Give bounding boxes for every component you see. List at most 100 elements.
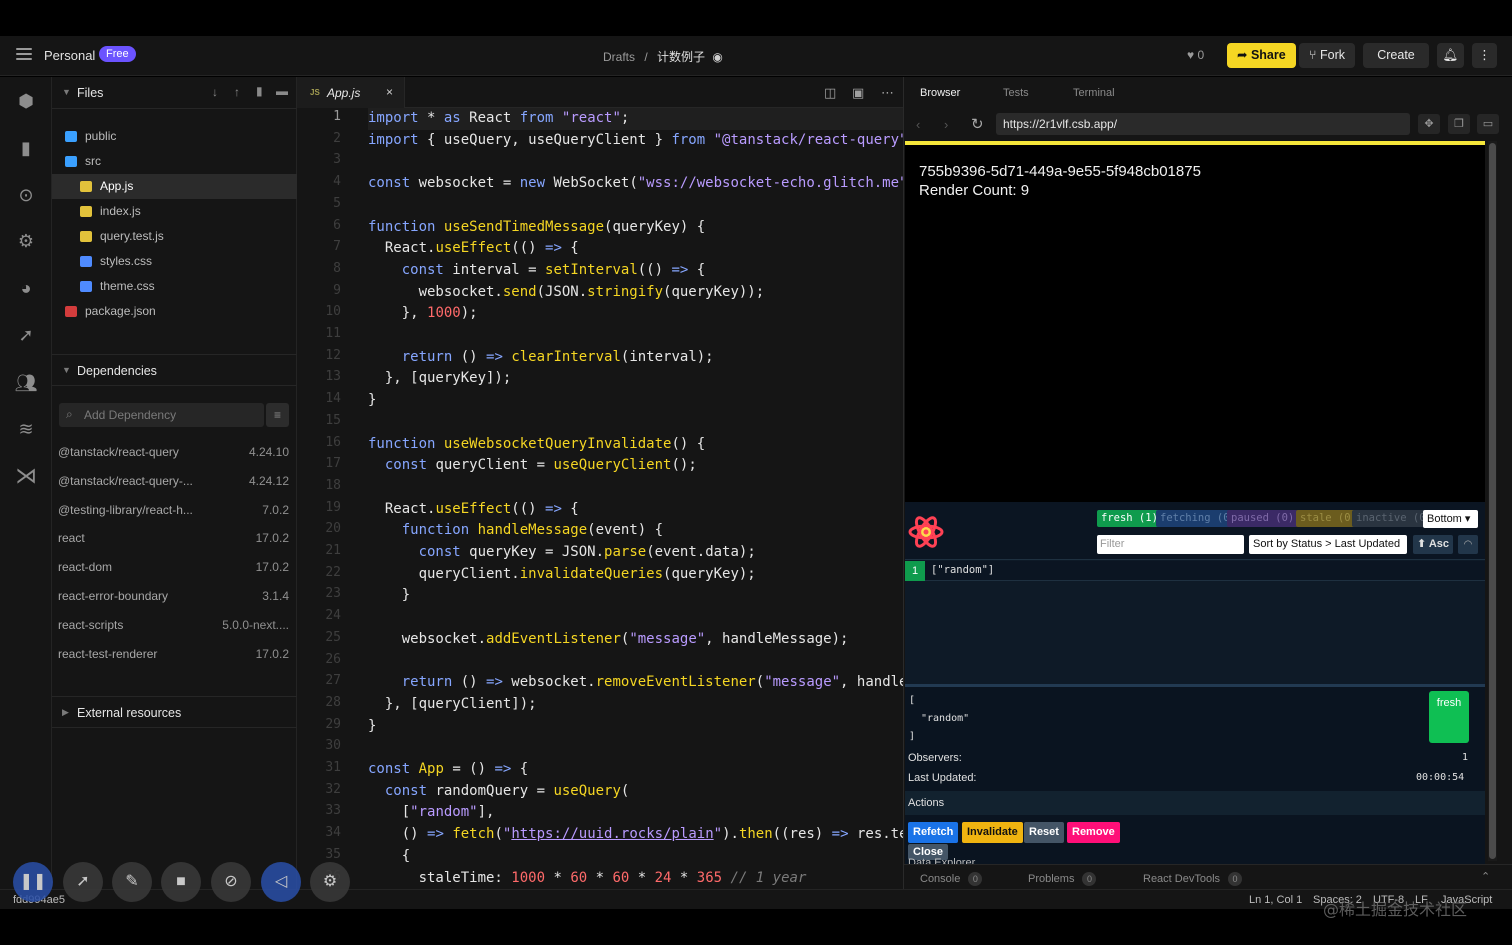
users-icon[interactable]: 👥︎ [14,371,38,395]
box-icon[interactable]: ⬢ [14,89,38,113]
code-line[interactable]: }, [queryClient]); [368,694,537,716]
devtools-icon[interactable]: ✥ [1418,114,1440,134]
code-line[interactable]: }, 1000); [368,303,478,325]
file-icon[interactable]: ▮ [14,136,38,160]
fresh-count-pill[interactable]: fresh (1) [1097,510,1162,527]
code-line[interactable]: const App = () => { [368,759,528,781]
gear-icon[interactable]: ⚙ [14,229,38,253]
tab-problems[interactable]: Problems 0 [1028,872,1097,886]
code-line[interactable]: React.useEffect(() => { [368,238,579,260]
code-line[interactable]: return () => clearInterval(interval); [368,347,714,369]
fork-button[interactable]: ⑂ Fork [1299,43,1355,68]
code-line[interactable]: React.useEffect(() => { [368,499,579,521]
pen-icon[interactable]: ✎ [112,862,152,902]
close-tab-icon[interactable]: × [386,85,393,99]
dependency-list-icon[interactable]: ≡ [266,403,289,427]
code-content[interactable]: import * as React from "react"; import { … [368,108,903,889]
tab-terminal[interactable]: Terminal [1073,87,1115,99]
dependencies-section-header[interactable]: ▼ Dependencies [52,354,297,386]
dependency-item[interactable]: react-dom 17.0.2 [52,552,297,581]
reset-button[interactable]: Reset [1024,822,1064,843]
new-window-icon[interactable]: ❐ [1448,114,1470,134]
code-line[interactable]: ["random"], [368,802,495,824]
new-file-icon[interactable]: ▮ [256,84,263,98]
cursor-position[interactable]: Ln 1, Col 1 [1249,894,1302,906]
preview-scrollbar[interactable] [1488,141,1497,861]
react-query-logo-icon[interactable] [908,514,944,550]
code-line[interactable]: } [368,585,410,607]
cursor-icon[interactable]: ➚ [63,862,103,902]
code-line[interactable]: const randomQuery = useQuery( [368,781,629,803]
preview-icon[interactable]: ▣ [852,85,864,101]
share-button[interactable]: ➦ Share [1227,43,1296,68]
docker-icon[interactable]: ≋ [14,417,38,441]
code-line[interactable]: function handleMessage(event) { [368,520,663,542]
more-vertical-icon[interactable]: ⋮ [1472,43,1497,68]
sort-select[interactable]: Sort by Status > Last Updated [1249,535,1407,554]
tab-app-js[interactable]: JS App.js × [297,77,405,108]
breadcrumb-drafts[interactable]: Drafts [603,50,635,64]
new-folder-icon[interactable]: ▬ [276,84,288,98]
sort-down-icon[interactable]: ↓ [212,85,218,99]
dependency-item[interactable]: @tanstack/react-query 4.24.10 [52,437,297,466]
bell-icon[interactable]: 🔔︎ [1437,43,1464,68]
file-item[interactable]: theme.css [52,274,297,299]
file-item[interactable]: styles.css [52,249,297,274]
mic-off-icon[interactable]: ⊘ [211,862,251,902]
rocket-icon[interactable]: ➚ [14,323,38,347]
tab-console[interactable]: Console 0 [920,872,983,886]
code-line[interactable]: websocket.send(JSON.stringify(queryKey))… [368,282,765,304]
more-horizontal-icon[interactable]: ⋯ [881,85,894,101]
file-item[interactable]: src [52,149,297,174]
code-line[interactable]: function useSendTimedMessage(queryKey) { [368,217,705,239]
forward-icon[interactable]: › [944,117,948,132]
fullscreen-icon[interactable]: ▭ [1477,114,1499,134]
search-icon[interactable]: ⊙ [14,183,38,207]
files-section-header[interactable]: ▼ Files ↓ ↑ ▮ ▬ [52,77,297,109]
dependency-item[interactable]: react 17.0.2 [52,523,297,552]
code-line[interactable]: queryClient.invalidateQueries(queryKey); [368,564,756,586]
file-item[interactable]: public [52,124,297,149]
code-line[interactable]: }, [queryKey]); [368,368,511,390]
code-line[interactable]: { [368,846,410,868]
dependency-item[interactable]: react-test-renderer 17.0.2 [52,639,297,668]
filter-input[interactable]: Filter [1097,535,1244,554]
dependency-item[interactable]: react-error-boundary 3.1.4 [52,581,297,610]
browser-preview[interactable]: 755b9396-5d71-449a-9e55-5f948cb01875 Ren… [905,141,1485,502]
code-line[interactable]: } [368,390,376,412]
wifi-icon[interactable]: ◠ [1458,535,1478,554]
dependency-item[interactable]: @tanstack/react-query-... 4.24.12 [52,466,297,495]
hamburger-menu-icon[interactable] [16,48,32,62]
file-item[interactable]: index.js [52,199,297,224]
refetch-button[interactable]: Refetch [908,822,959,843]
remove-button[interactable]: Remove [1067,822,1120,843]
settings-icon[interactable]: ⚙ [310,862,350,902]
chevron-up-icon[interactable]: ⌃ [1481,870,1490,883]
code-line[interactable]: () => fetch("https://uuid.rocks/plain").… [368,824,903,846]
camera-icon[interactable]: ■ [161,862,201,902]
tab-tests[interactable]: Tests [1003,87,1029,99]
file-item[interactable]: App.js [52,174,297,199]
pause-icon[interactable]: ❚❚ [13,862,53,902]
add-dependency-input[interactable]: Add Dependency [59,403,264,427]
github-icon[interactable]: ◕ [14,276,38,300]
sort-direction-button[interactable]: ⬆ Asc [1413,535,1453,554]
code-line[interactable]: const websocket = new WebSocket("wss://w… [368,173,903,195]
file-item[interactable]: query.test.js [52,224,297,249]
project-title[interactable]: 计数例子 [657,50,705,64]
query-row[interactable]: 1 ["random"] [905,561,1485,581]
vscode-icon[interactable]: ⋊ [14,464,38,488]
code-line[interactable]: const queryKey = JSON.parse(event.data); [368,542,756,564]
tab-browser[interactable]: Browser [920,87,960,99]
sort-up-icon[interactable]: ↑ [234,85,240,99]
file-item[interactable]: package.json [52,299,297,324]
code-line[interactable]: staleTime: 1000 * 60 * 60 * 24 * 365 // … [368,868,807,890]
tab-react-devtools[interactable]: React DevTools 0 [1143,872,1243,886]
external-resources-header[interactable]: ▶ External resources [52,696,297,728]
code-line[interactable]: } [368,716,376,738]
dependency-item[interactable]: react-scripts 5.0.0-next.... [52,610,297,639]
code-line[interactable]: import * as React from "react"; [368,108,629,130]
url-input[interactable]: https://2r1vlf.csb.app/ [996,113,1410,135]
position-select[interactable]: Bottom ▾ [1423,510,1478,528]
create-button[interactable]: Create [1363,43,1429,68]
